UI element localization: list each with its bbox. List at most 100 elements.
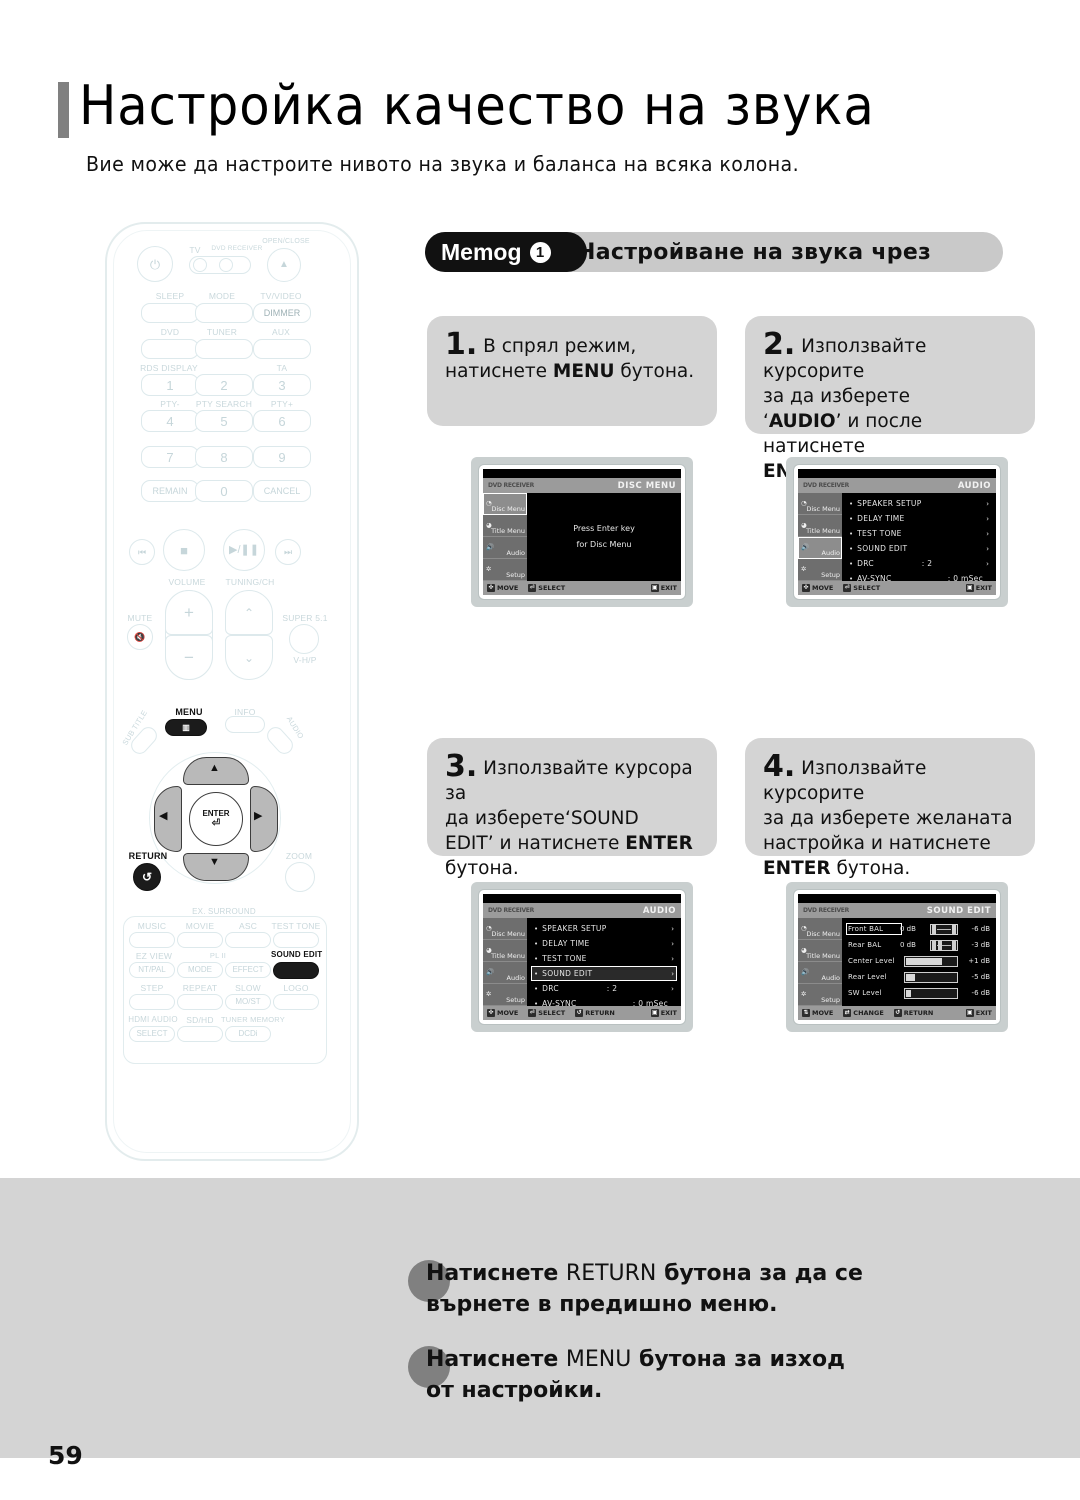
num-4-button[interactable]: 4	[141, 410, 199, 432]
osd-3-row-0[interactable]: • SPEAKER SETUP ›	[531, 921, 677, 936]
sw-level-slider[interactable]	[904, 987, 958, 999]
music-button[interactable]	[129, 932, 175, 948]
repeat-button[interactable]	[177, 994, 223, 1010]
osd-1-side-audio[interactable]: 🔊 Audio	[483, 537, 527, 559]
sleep-button[interactable]	[141, 303, 199, 323]
mode-button[interactable]	[195, 303, 253, 323]
hdmi-select-button[interactable]: SELECT	[129, 1026, 175, 1042]
osd-1-side-disc-menu[interactable]: ◔ Disc Menu	[483, 493, 527, 515]
num-3-button[interactable]: 3	[253, 374, 311, 396]
volume-up-button[interactable]: +	[165, 590, 213, 635]
osd-3-row-1[interactable]: • DELAY TIME ›	[531, 936, 677, 951]
osd-3-side-audio[interactable]: 🔊 Audio	[483, 962, 527, 984]
dvd-selector[interactable]	[219, 258, 233, 272]
rear-bal-slider[interactable]	[930, 939, 958, 951]
zoom-label: ZOOM	[285, 851, 313, 861]
sound-edit-button[interactable]	[273, 962, 319, 979]
osd-3-row-3-sound-edit[interactable]: • SOUND EDIT ›	[531, 966, 677, 981]
osd-3-side-title-menu[interactable]: ◕ Title Menu	[483, 940, 527, 962]
dcdi-button[interactable]: DCDi	[225, 1026, 271, 1042]
menu-button[interactable]: ▥	[165, 719, 207, 736]
osd-4-side-audio[interactable]: 🔊 Audio	[798, 962, 842, 984]
osd-4-side-setup[interactable]: ✲ Setup	[798, 984, 842, 1006]
osd-2-row-0[interactable]: • SPEAKER SETUP ›	[846, 496, 992, 511]
osd-4-side-title-menu[interactable]: ◕ Title Menu	[798, 940, 842, 962]
osd-2-topbar	[798, 469, 996, 478]
num-5-button[interactable]: 5	[195, 410, 253, 432]
osd-2-side-title-menu[interactable]: ◕ Title Menu	[798, 515, 842, 537]
osd-4-row-sw-level[interactable]: SW Level -6 dB	[846, 985, 992, 1001]
tv-selector[interactable]	[193, 258, 207, 272]
osd-3-side-setup[interactable]: ✲ Setup	[483, 984, 527, 1006]
osd-3-row-4[interactable]: • DRC: 2 ›	[531, 981, 677, 996]
open-close-button[interactable]: ▲	[267, 248, 301, 282]
zoom-button[interactable]	[285, 862, 315, 892]
osd-2-side-disc-menu[interactable]: ◔ Disc Menu	[798, 493, 842, 515]
osd-3-row-2[interactable]: • TEST TONE ›	[531, 951, 677, 966]
logo-button[interactable]	[273, 994, 319, 1010]
osd-2-row-1[interactable]: • DELAY TIME ›	[846, 511, 992, 526]
dimmer-button[interactable]: DIMMER	[253, 303, 311, 323]
info-button[interactable]	[225, 716, 265, 733]
osd-3-row-5[interactable]: • AV-SYNC: 0 mSec	[531, 996, 677, 1011]
speaker-icon: 🔊	[486, 968, 495, 976]
next-track-icon[interactable]: ⏭	[275, 539, 301, 565]
sd-hd-button[interactable]	[177, 1026, 223, 1042]
cancel-button[interactable]: CANCEL	[253, 480, 311, 502]
center-level-slider[interactable]	[904, 955, 958, 967]
osd-1-side-setup[interactable]: ✲ Setup	[483, 559, 527, 581]
front-bal-slider[interactable]	[930, 923, 958, 935]
chevron-right-icon: ›	[986, 559, 989, 568]
movie-button[interactable]	[177, 932, 223, 948]
pl2-mode-button[interactable]: MODE	[177, 962, 223, 978]
rear-level-slider[interactable]	[904, 971, 958, 983]
osd-2-row-4[interactable]: • DRC: 2 ›	[846, 556, 992, 571]
osd-2-side-setup[interactable]: ✲ Setup	[798, 559, 842, 581]
test-tone-button[interactable]	[273, 932, 319, 948]
osd-2-row-3[interactable]: • SOUND EDIT ›	[846, 541, 992, 556]
chevron-right-icon: ›	[671, 954, 674, 963]
osd-3-sidebar: ◔ Disc Menu ◕ Title Menu 🔊 Audio ✲ Setup	[483, 918, 527, 1006]
dvd-button[interactable]	[141, 339, 199, 359]
num-9-button[interactable]: 9	[253, 446, 311, 468]
osd-2-row-2[interactable]: • TEST TONE ›	[846, 526, 992, 541]
play-pause-button[interactable]: ▶/❚❚	[223, 529, 265, 571]
dpad-down-icon: ▼	[209, 856, 220, 868]
pl2-effect-button[interactable]: EFFECT	[225, 962, 271, 978]
tuner-memory-label: TUNER MEMORY	[221, 1015, 285, 1024]
step-button[interactable]	[129, 994, 175, 1010]
num-1-button[interactable]: 1	[141, 374, 199, 396]
mute-button[interactable]: 🔇	[127, 624, 153, 650]
osd-3-side-disc-menu[interactable]: ◔ Disc Menu	[483, 918, 527, 940]
previous-track-icon[interactable]: ⏮	[129, 539, 155, 565]
num-7-button[interactable]: 7	[141, 446, 199, 468]
aux-button[interactable]	[253, 339, 311, 359]
chevron-right-icon: ›	[986, 499, 989, 508]
osd-4-row-rear-level[interactable]: Rear Level -5 dB	[846, 969, 992, 985]
enter-button[interactable]: ENTER ⏎	[189, 792, 243, 846]
mo-st-button[interactable]: MO/ST	[225, 994, 271, 1010]
num-6-button[interactable]: 6	[253, 410, 311, 432]
osd-4-side-disc-menu[interactable]: ◔ Disc Menu	[798, 918, 842, 940]
osd-2-side-audio[interactable]: 🔊 Audio	[798, 537, 842, 559]
num-8-button[interactable]: 8	[195, 446, 253, 468]
tuner-button[interactable]	[195, 339, 253, 359]
num-2-button[interactable]: 2	[195, 374, 253, 396]
super51-button[interactable]	[289, 624, 319, 654]
osd-4-row-rear-bal[interactable]: Rear BAL 0 dB -3 dB	[846, 937, 992, 953]
remain-button[interactable]: REMAIN	[141, 480, 199, 502]
chevron-right-icon: ›	[986, 514, 989, 523]
osd-4-row-center-level[interactable]: Center Level +1 dB	[846, 953, 992, 969]
osd-4-row-front-bal[interactable]: Front BAL 0 dB -6 dB	[846, 921, 992, 937]
num-0-button[interactable]: 0	[195, 480, 253, 502]
tuning-up-button[interactable]: ⌃	[225, 590, 273, 635]
return-button[interactable]: ↺	[133, 863, 161, 891]
power-button[interactable]: ⏻	[137, 246, 173, 282]
osd-2-row-5[interactable]: • AV-SYNC: 0 mSec	[846, 571, 992, 586]
asc-button[interactable]	[225, 932, 271, 948]
step-2-number: 2.	[763, 327, 796, 362]
osd-1-side-title-menu[interactable]: ◕ Title Menu	[483, 515, 527, 537]
music-label: MUSIC	[137, 921, 167, 931]
stop-button[interactable]: ■	[163, 529, 205, 571]
nt-pal-button[interactable]: NT/PAL	[129, 962, 175, 978]
